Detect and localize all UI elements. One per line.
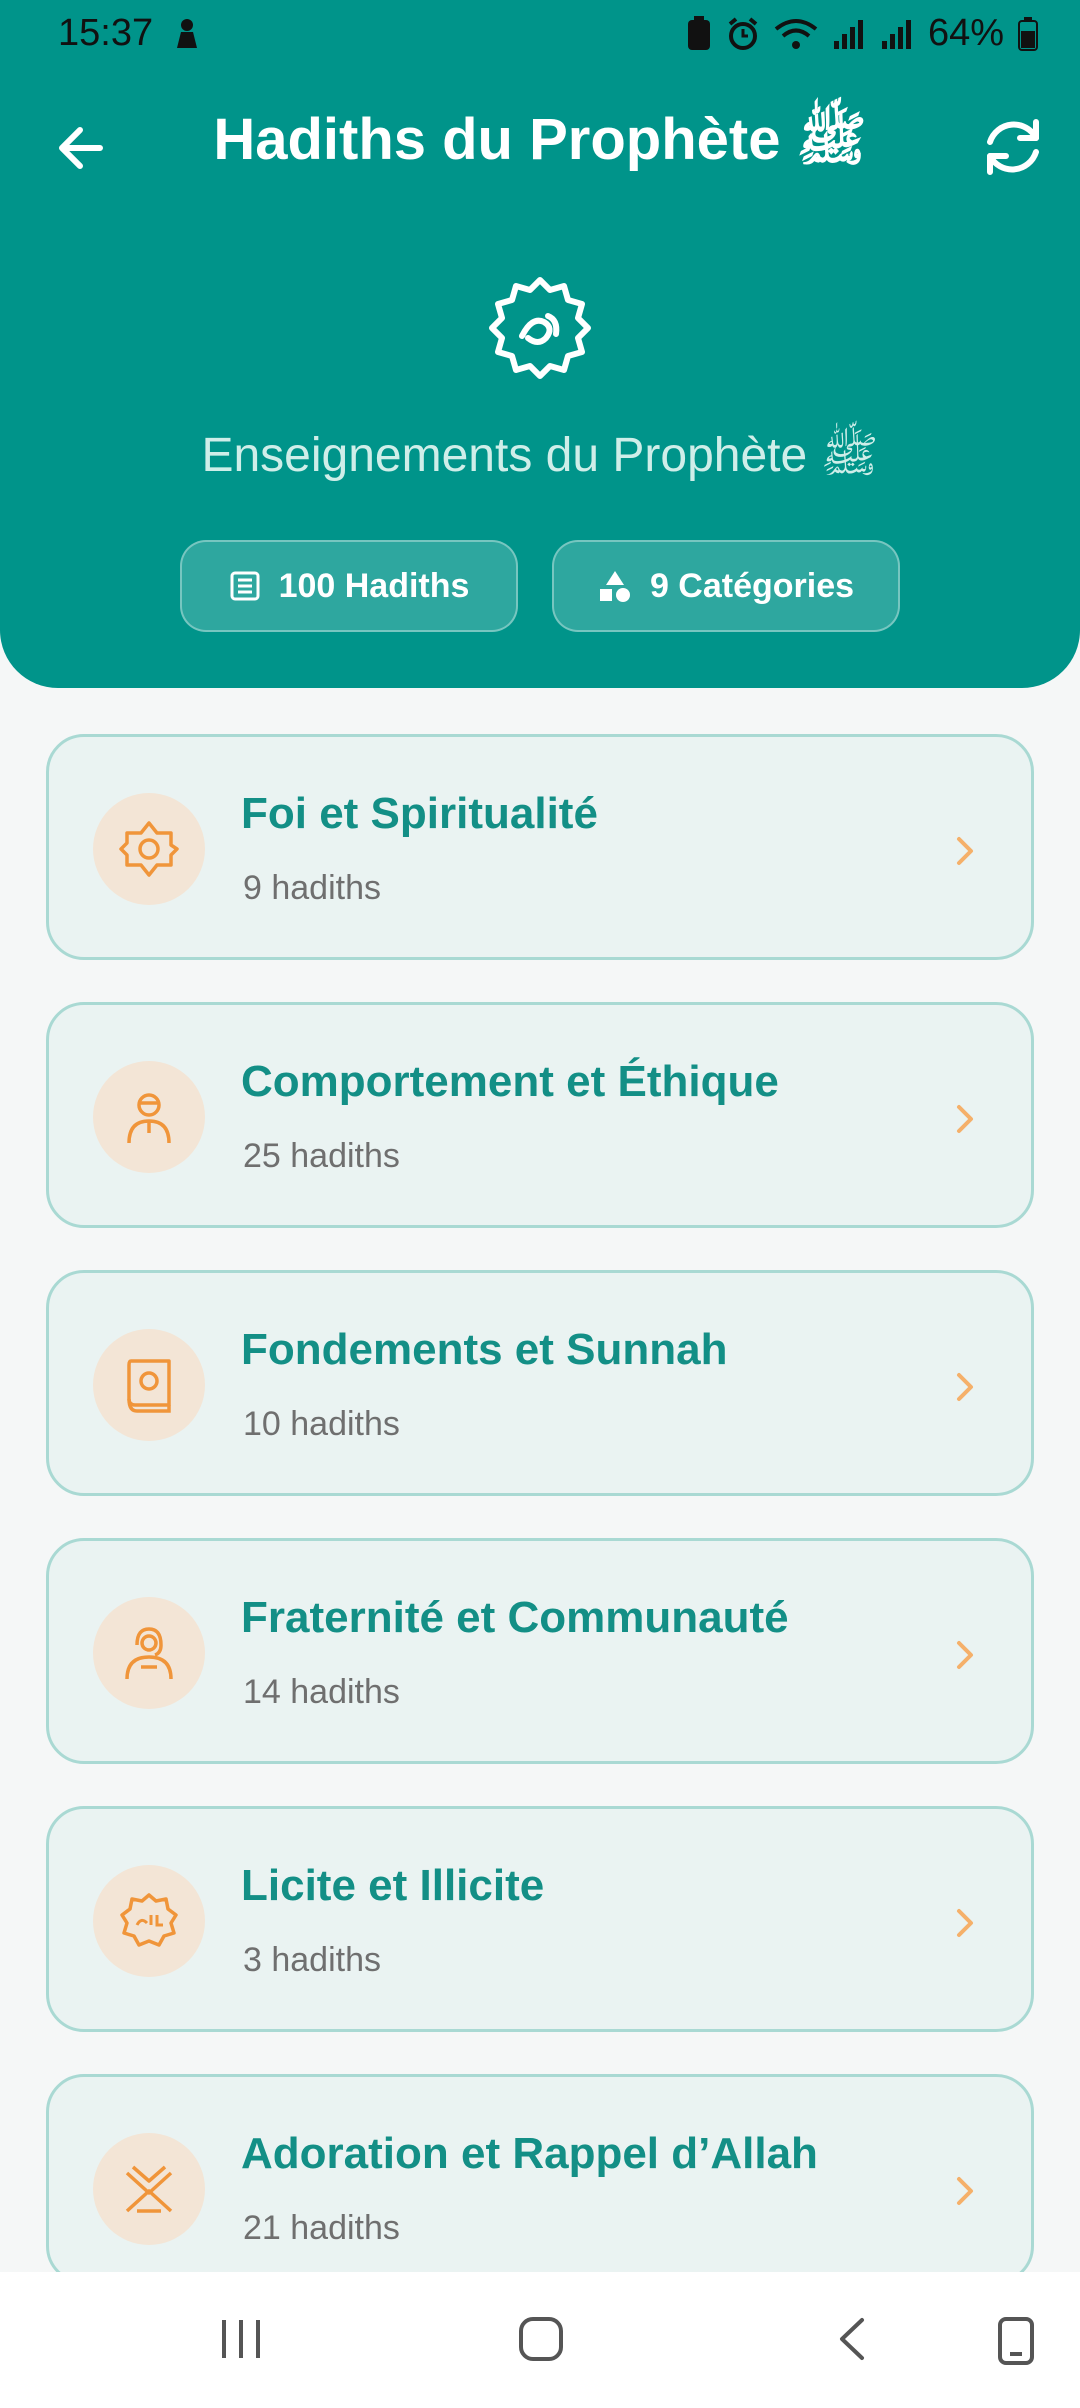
- home-icon: [519, 2317, 563, 2361]
- battery-icon: [1018, 16, 1038, 51]
- hadith-count-badge: 100 Hadiths: [180, 540, 518, 632]
- page-subtitle: Enseignements du Prophète ﷺ: [201, 429, 879, 482]
- hadith-count-label: 100 Hadiths: [278, 566, 470, 605]
- category-card-comportement[interactable]: Comportement et Éthique 25 hadiths: [46, 1002, 1034, 1228]
- signal-icon: [832, 17, 866, 51]
- chevron-left-icon: [840, 2318, 864, 2360]
- refresh-icon: [987, 119, 1039, 175]
- category-title: Foi et Spiritualité: [241, 789, 598, 838]
- community-icon: [93, 1597, 205, 1709]
- rotate-screen-button[interactable]: [996, 2316, 1036, 2371]
- spirituality-icon: [93, 793, 205, 905]
- system-navigation-bar: [0, 2272, 1080, 2408]
- page-title: Hadiths du Prophète ﷺ: [213, 107, 867, 172]
- recent-apps-icon: [222, 2320, 260, 2358]
- quran-stand-icon: [93, 2133, 205, 2245]
- home-button[interactable]: [518, 2316, 564, 2367]
- category-card-fondements[interactable]: Fondements et Sunnah 10 hadiths: [46, 1270, 1034, 1496]
- status-time: 15:37: [58, 12, 154, 54]
- chevron-right-icon: [957, 837, 973, 865]
- arrow-left-icon: [59, 127, 103, 169]
- category-count: 9 hadiths: [243, 869, 381, 907]
- list-icon: [230, 571, 260, 601]
- recent-apps-button[interactable]: [218, 2316, 264, 2367]
- prophet-emblem-icon: [488, 276, 592, 380]
- signal-icon-2: [880, 17, 914, 51]
- header: 15:37 64% Hadiths du Prophète ﷺ Enseigne…: [0, 0, 1080, 688]
- shapes-icon: [599, 571, 630, 602]
- system-back-button[interactable]: [830, 2316, 876, 2367]
- person-icon: [93, 1061, 205, 1173]
- book-icon: [93, 1329, 205, 1441]
- chevron-right-icon: [957, 1641, 973, 1669]
- category-title: Fraternité et Communauté: [241, 1593, 789, 1642]
- chevron-right-icon: [957, 2177, 973, 2205]
- chevron-right-icon: [957, 1909, 973, 1937]
- category-card-adoration[interactable]: Adoration et Rappel d’Allah 21 hadiths: [46, 2074, 1034, 2284]
- category-count: 10 hadiths: [243, 1405, 400, 1443]
- category-count-label: 9 Catégories: [649, 566, 855, 605]
- refresh-button[interactable]: [978, 112, 1048, 182]
- chevron-right-icon: [957, 1105, 973, 1133]
- chevron-right-icon: [957, 1373, 973, 1401]
- category-count: 3 hadiths: [243, 1941, 381, 1979]
- rotate-icon: [998, 2317, 1034, 2365]
- back-button[interactable]: [50, 116, 114, 180]
- category-title: Adoration et Rappel d’Allah: [241, 2129, 818, 2178]
- alarm-icon: [726, 16, 760, 51]
- notification-icon: [172, 16, 202, 60]
- category-card-licite[interactable]: Licite et Illicite 3 hadiths: [46, 1806, 1034, 2032]
- battery-level: 64%: [927, 12, 1004, 54]
- category-title: Comportement et Éthique: [241, 1057, 779, 1106]
- wifi-icon: [774, 17, 818, 51]
- category-title: Licite et Illicite: [241, 1861, 545, 1910]
- category-card-fraternite[interactable]: Fraternité et Communauté 14 hadiths: [46, 1538, 1034, 1764]
- battery-saver-icon: [686, 15, 712, 52]
- category-count: 25 hadiths: [243, 1137, 400, 1175]
- status-bar: 15:37 64%: [0, 0, 1080, 70]
- category-count: 14 hadiths: [243, 1673, 400, 1711]
- category-count-badge: 9 Catégories: [552, 540, 900, 632]
- category-title: Fondements et Sunnah: [241, 1325, 728, 1374]
- category-card-foi[interactable]: Foi et Spiritualité 9 hadiths: [46, 734, 1034, 960]
- halal-icon: [93, 1865, 205, 1977]
- category-count: 21 hadiths: [243, 2209, 400, 2247]
